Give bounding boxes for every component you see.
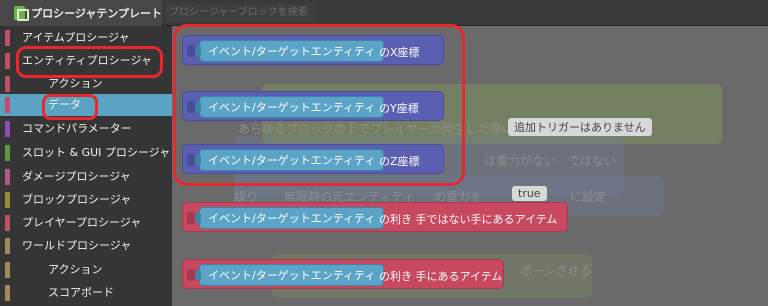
sidebar-item-label: アイテムプロシージャ — [22, 31, 130, 44]
ghost-gravity-text: は重力がない — [484, 154, 557, 168]
highlight-coordinate-blocks — [173, 24, 465, 186]
category-color-swatch — [5, 121, 10, 137]
entity-input-slot[interactable]: イベント/ターゲットエンティティ — [195, 264, 385, 286]
sidebar-item-label: ワールドプロシージャ — [22, 239, 132, 252]
block-connector — [195, 213, 201, 223]
ghost-not-text: ではない — [568, 154, 617, 168]
category-color-swatch — [5, 97, 10, 113]
template-icon — [14, 6, 30, 21]
category-color-swatch — [5, 215, 10, 231]
block-suffix: の利き 手ではない手にあるアイテム — [379, 213, 558, 226]
highlight-entity-procedures — [16, 46, 163, 78]
sidebar-item-scoreboard[interactable]: スコアボード — [0, 282, 172, 304]
category-color-swatch — [5, 169, 10, 185]
sidebar-item-label: スコアボード — [48, 286, 114, 299]
category-color-swatch — [5, 192, 10, 208]
search-input[interactable]: プロシージャーブロックを検索 — [165, 4, 315, 22]
category-color-swatch — [5, 285, 10, 301]
category-color-swatch — [5, 53, 10, 69]
sidebar-item-label: コマンドパラメーター — [22, 122, 132, 135]
block-connector — [187, 212, 195, 224]
ghost-spawn-text: ポーンさせる — [520, 264, 592, 278]
sidebar-item-slot-gui-procedures[interactable]: スロット & GUI プロシージャ — [0, 142, 172, 164]
sidebar-item-label: アクション — [48, 263, 103, 276]
ghost-set-suffix: に設定 — [570, 190, 607, 204]
tab-title: プロシージャテンプレート — [31, 7, 162, 20]
block-suffix: の利き 手にあるアイテム — [379, 270, 503, 283]
entity-input-label: イベント/ターゲットエンティティ — [208, 212, 376, 225]
sidebar-item-world-actions[interactable]: アクション — [0, 259, 172, 281]
ghost-true-pill: true — [512, 186, 547, 201]
sidebar-item-command-parameters[interactable]: コマンドパラメーター — [0, 118, 172, 140]
highlight-data — [42, 94, 98, 120]
sidebar-item-label: プレイヤープロシージャ — [22, 216, 142, 229]
block-connector — [195, 270, 201, 280]
entity-mainhand-item-block[interactable]: イベント/ターゲットエンティティ の利き 手にあるアイテム — [182, 259, 504, 289]
sidebar-item-label: アクション — [48, 77, 103, 90]
category-color-swatch — [5, 30, 10, 46]
category-color-swatch — [5, 76, 10, 92]
ghost-trigger-pill: 追加トリガーはありません — [508, 118, 652, 136]
entity-input-slot[interactable]: イベント/ターゲットエンティティ — [195, 207, 385, 229]
category-color-swatch — [5, 145, 10, 161]
entity-input-label: イベント/ターゲットエンティティ — [208, 269, 376, 282]
sidebar-item-player-procedures[interactable]: プレイヤープロシージャ — [0, 212, 172, 234]
category-color-swatch — [5, 262, 10, 278]
top-bar: プロシージャテンプレート プロシージャーブロックを検索 — [0, 0, 768, 26]
sidebar-item-label: スロット & GUI プロシージャ — [22, 146, 171, 159]
sidebar-item-block-procedures[interactable]: ブロックプロシージャ — [0, 189, 172, 211]
category-color-swatch — [5, 238, 10, 254]
tab-procedure-templates[interactable]: プロシージャテンプレート — [0, 0, 162, 26]
sidebar-item-world-procedures[interactable]: ワールドプロシージャ — [0, 235, 172, 257]
sidebar-item-damage-procedures[interactable]: ダメージプロシージャ — [0, 166, 172, 188]
block-connector — [187, 269, 195, 281]
procedure-editor: プロシージャテンプレート プロシージャーブロックを検索 アイテムプロシージャ エ… — [0, 0, 768, 306]
entity-offhand-item-block[interactable]: イベント/ターゲットエンティティ の利き 手ではない手にあるアイテム — [182, 202, 568, 232]
sidebar-item-label: ダメージプロシージャ — [22, 170, 131, 183]
sidebar-item-label: ブロックプロシージャ — [22, 193, 132, 206]
